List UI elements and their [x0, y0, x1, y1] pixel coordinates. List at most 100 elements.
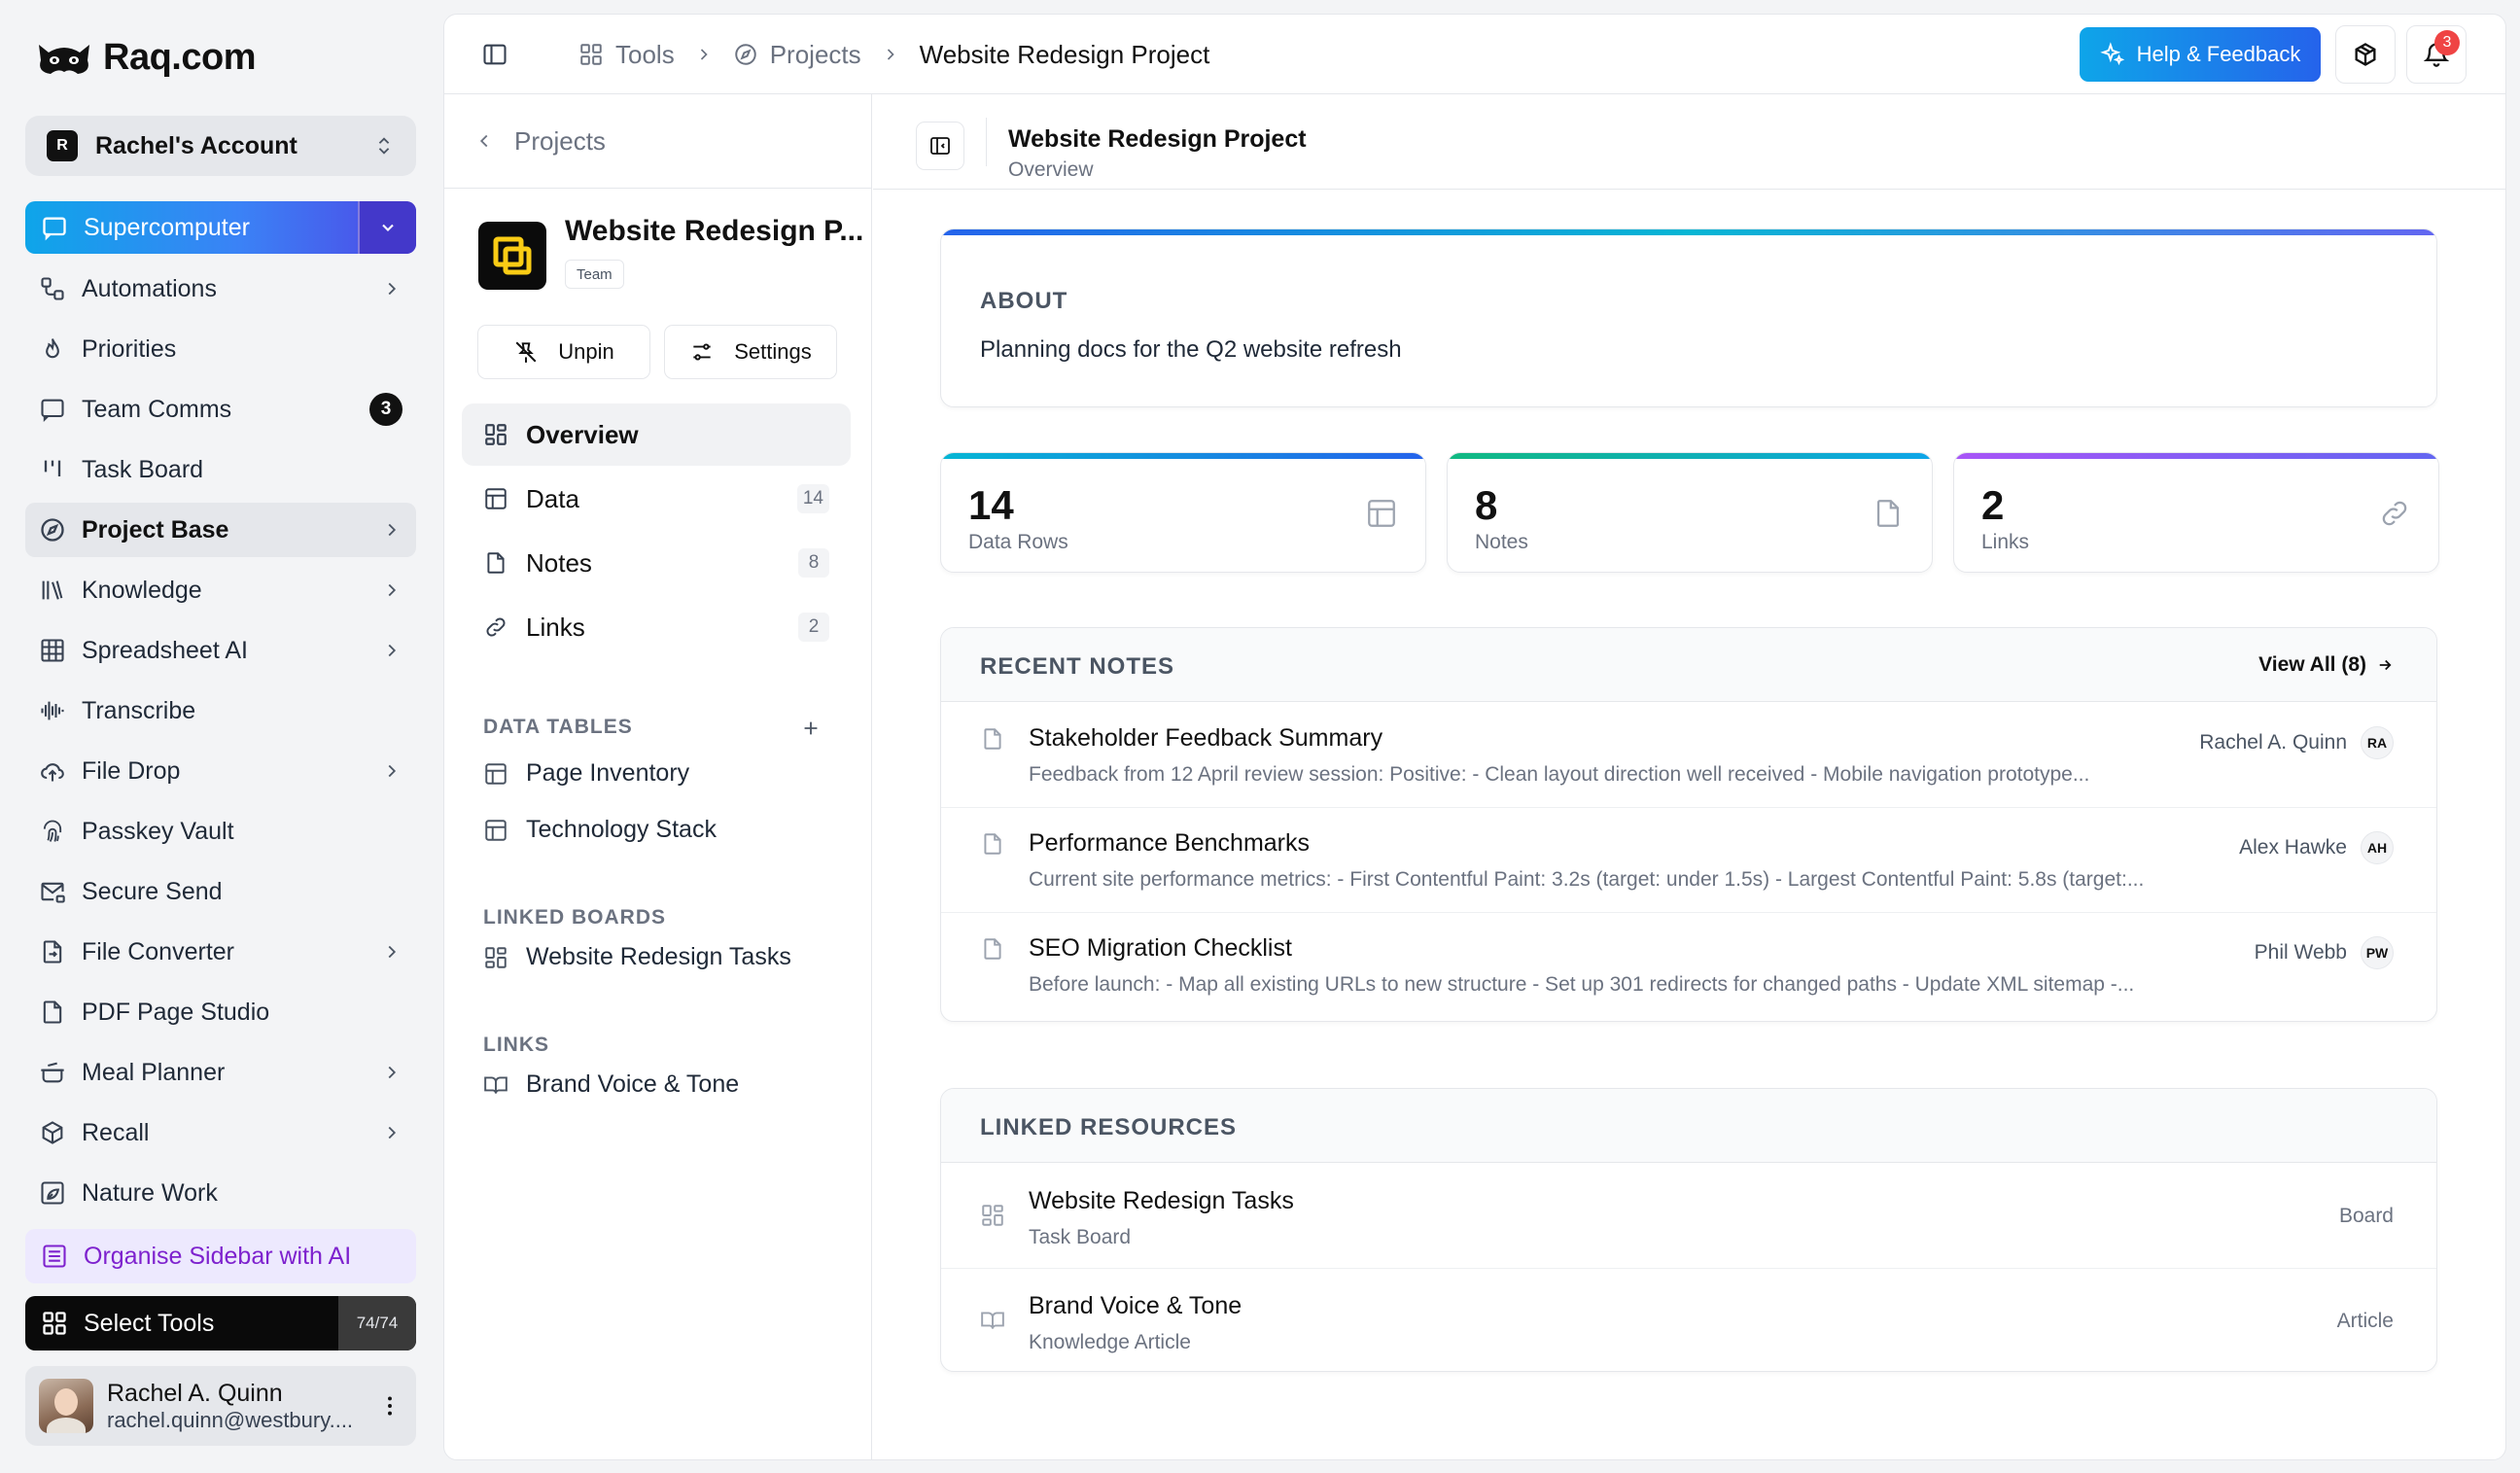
- tab-data[interactable]: Data 14: [462, 468, 851, 530]
- waveform-icon: [41, 701, 64, 720]
- account-switcher[interactable]: R Rachel's Account: [25, 116, 416, 176]
- stat-card-notes[interactable]: 8 Notes: [1447, 452, 1933, 573]
- brand-logo[interactable]: Raq.com: [35, 37, 256, 79]
- organise-sidebar-button[interactable]: Organise Sidebar with AI: [25, 1229, 416, 1283]
- help-feedback-button[interactable]: Help & Feedback: [2080, 27, 2321, 82]
- book-open-icon: [484, 1075, 508, 1094]
- sidebar-item-passkey-vault[interactable]: Passkey Vault: [25, 804, 416, 859]
- sidebar-item-file-drop[interactable]: File Drop: [25, 744, 416, 798]
- sidebar-item-label: Secure Send: [82, 877, 223, 905]
- select-tools-button[interactable]: Select Tools 74/74: [25, 1296, 416, 1350]
- sparkles-icon: [2099, 42, 2124, 66]
- sidebar-item-label: Knowledge: [82, 576, 202, 604]
- data-table-item[interactable]: Page Inventory: [483, 759, 689, 788]
- stat-value: 8: [1475, 482, 1498, 528]
- resource-row[interactable]: Brand Voice & Tone Knowledge Article Art…: [941, 1269, 2436, 1371]
- collapse-panel-button[interactable]: [916, 122, 964, 170]
- resource-subtitle: Task Board: [1029, 1226, 1132, 1248]
- tab-label: Links: [526, 612, 585, 642]
- sidebar-item-label: Project Base: [82, 515, 229, 544]
- sidebar-item-file-converter[interactable]: File Converter: [25, 925, 416, 979]
- back-to-projects-link[interactable]: Projects: [473, 94, 606, 188]
- view-all-notes-link[interactable]: View All (8): [2258, 653, 2394, 677]
- data-table-label: Page Inventory: [526, 759, 690, 787]
- package-icon: [42, 1121, 63, 1144]
- linked-board-item[interactable]: Website Redesign Tasks: [483, 943, 791, 971]
- stat-card-data-rows[interactable]: 14 Data Rows: [940, 452, 1426, 573]
- sidebar-item-pdf-page-studio[interactable]: PDF Page Studio: [25, 985, 416, 1039]
- sidebar-item-label: Spreadsheet AI: [82, 636, 248, 664]
- avatar: [39, 1379, 93, 1433]
- stat-label: Links: [1981, 531, 2030, 553]
- view-all-label: View All (8): [2258, 653, 2366, 676]
- about-heading: ABOUT: [980, 288, 1068, 314]
- chevron-right-icon: [388, 945, 397, 959]
- unpin-button[interactable]: Unpin: [477, 325, 650, 379]
- sidebar-item-transcribe[interactable]: Transcribe: [25, 684, 416, 738]
- tab-links[interactable]: Links 2: [462, 596, 851, 658]
- package-button[interactable]: [2335, 25, 2396, 84]
- sidebar-toggle-icon[interactable]: [481, 41, 508, 68]
- brand-name: Raq.com: [103, 37, 256, 78]
- tab-notes[interactable]: Notes 8: [462, 532, 851, 594]
- more-vertical-icon[interactable]: [377, 1393, 402, 1419]
- links-heading: LINKS: [483, 1034, 549, 1056]
- supercomputer-label: Supercomputer: [84, 213, 250, 241]
- sidebar-item-nature-work[interactable]: Nature Work: [25, 1166, 416, 1220]
- resource-subtitle: Knowledge Article: [1029, 1331, 1191, 1353]
- sidebar-item-team-comms[interactable]: Team Comms 3: [25, 382, 416, 437]
- resource-title: Website Redesign Tasks: [1029, 1187, 1294, 1214]
- sidebar-item-recall[interactable]: Recall: [25, 1105, 416, 1160]
- sidebar-item-label: Priorities: [82, 334, 177, 363]
- data-table-item[interactable]: Technology Stack: [483, 816, 717, 844]
- tab-label: Data: [526, 483, 579, 513]
- sidebar-item-meal-planner[interactable]: Meal Planner: [25, 1045, 416, 1100]
- sidebar-item-automations[interactable]: Automations: [25, 262, 416, 316]
- author-initials: PW: [2361, 936, 2394, 969]
- sidebar-item-knowledge[interactable]: Knowledge: [25, 563, 416, 617]
- note-icon: [984, 728, 1001, 750]
- sidebar-item-priorities[interactable]: Priorities: [25, 322, 416, 376]
- user-profile[interactable]: Rachel A. Quinn rachel.quinn@westbury...…: [25, 1366, 416, 1446]
- sidebar-item-label: Team Comms: [82, 395, 232, 423]
- table-icon: [1368, 500, 1395, 527]
- author-initials: RA: [2361, 726, 2394, 759]
- project-title: Website Redesign P...: [565, 215, 864, 247]
- recent-notes-card: RECENT NOTES View All (8) Stakeholder Fe…: [940, 627, 2437, 1022]
- supercomputer-button[interactable]: Supercomputer: [25, 201, 416, 254]
- sliders-icon: [693, 343, 711, 361]
- breadcrumb-tools[interactable]: Tools: [578, 40, 675, 70]
- cloud-upload-icon: [41, 763, 64, 782]
- sidebar-item-task-board[interactable]: Task Board: [25, 442, 416, 497]
- sidebar-item-label: Meal Planner: [82, 1058, 226, 1086]
- supercomputer-dropdown[interactable]: [358, 201, 416, 254]
- unpin-label: Unpin: [558, 339, 614, 364]
- sidebar-item-spreadsheet-ai[interactable]: Spreadsheet AI: [25, 623, 416, 678]
- add-table-icon[interactable]: [800, 718, 822, 739]
- stat-label: Data Rows: [968, 531, 1068, 553]
- stat-card-links[interactable]: 2 Links: [1953, 452, 2439, 573]
- notifications-button[interactable]: 3: [2406, 25, 2467, 84]
- help-feedback-label: Help & Feedback: [2136, 42, 2301, 66]
- sidebar-item-secure-send[interactable]: Secure Send: [25, 864, 416, 919]
- linked-resources-card: LINKED RESOURCES Website Redesign Tasks …: [940, 1088, 2437, 1372]
- account-initial: R: [47, 130, 78, 161]
- link-item[interactable]: Brand Voice & Tone: [483, 1070, 739, 1099]
- breadcrumb-projects[interactable]: Projects: [733, 40, 861, 70]
- compass-icon: [734, 44, 756, 65]
- apps-grid-icon: [580, 44, 602, 65]
- note-row[interactable]: Performance Benchmarks Current site perf…: [941, 808, 2436, 913]
- resource-row[interactable]: Website Redesign Tasks Task Board Board: [941, 1164, 2436, 1269]
- note-row[interactable]: Stakeholder Feedback Summary Feedback fr…: [941, 703, 2436, 808]
- compass-icon: [41, 518, 64, 542]
- linked-board-label: Website Redesign Tasks: [526, 943, 791, 970]
- chevron-right-icon: [700, 49, 708, 60]
- sidebar-item-project-base[interactable]: Project Base: [25, 503, 416, 557]
- settings-button[interactable]: Settings: [664, 325, 837, 379]
- tab-overview[interactable]: Overview: [462, 403, 851, 466]
- sidebar-item-label: Nature Work: [82, 1178, 218, 1207]
- note-row[interactable]: SEO Migration Checklist Before launch: -…: [941, 913, 2436, 1018]
- note-title: SEO Migration Checklist: [1029, 934, 1292, 962]
- resource-kind: Article: [2336, 1310, 2394, 1332]
- arrow-right-icon: [2379, 659, 2392, 671]
